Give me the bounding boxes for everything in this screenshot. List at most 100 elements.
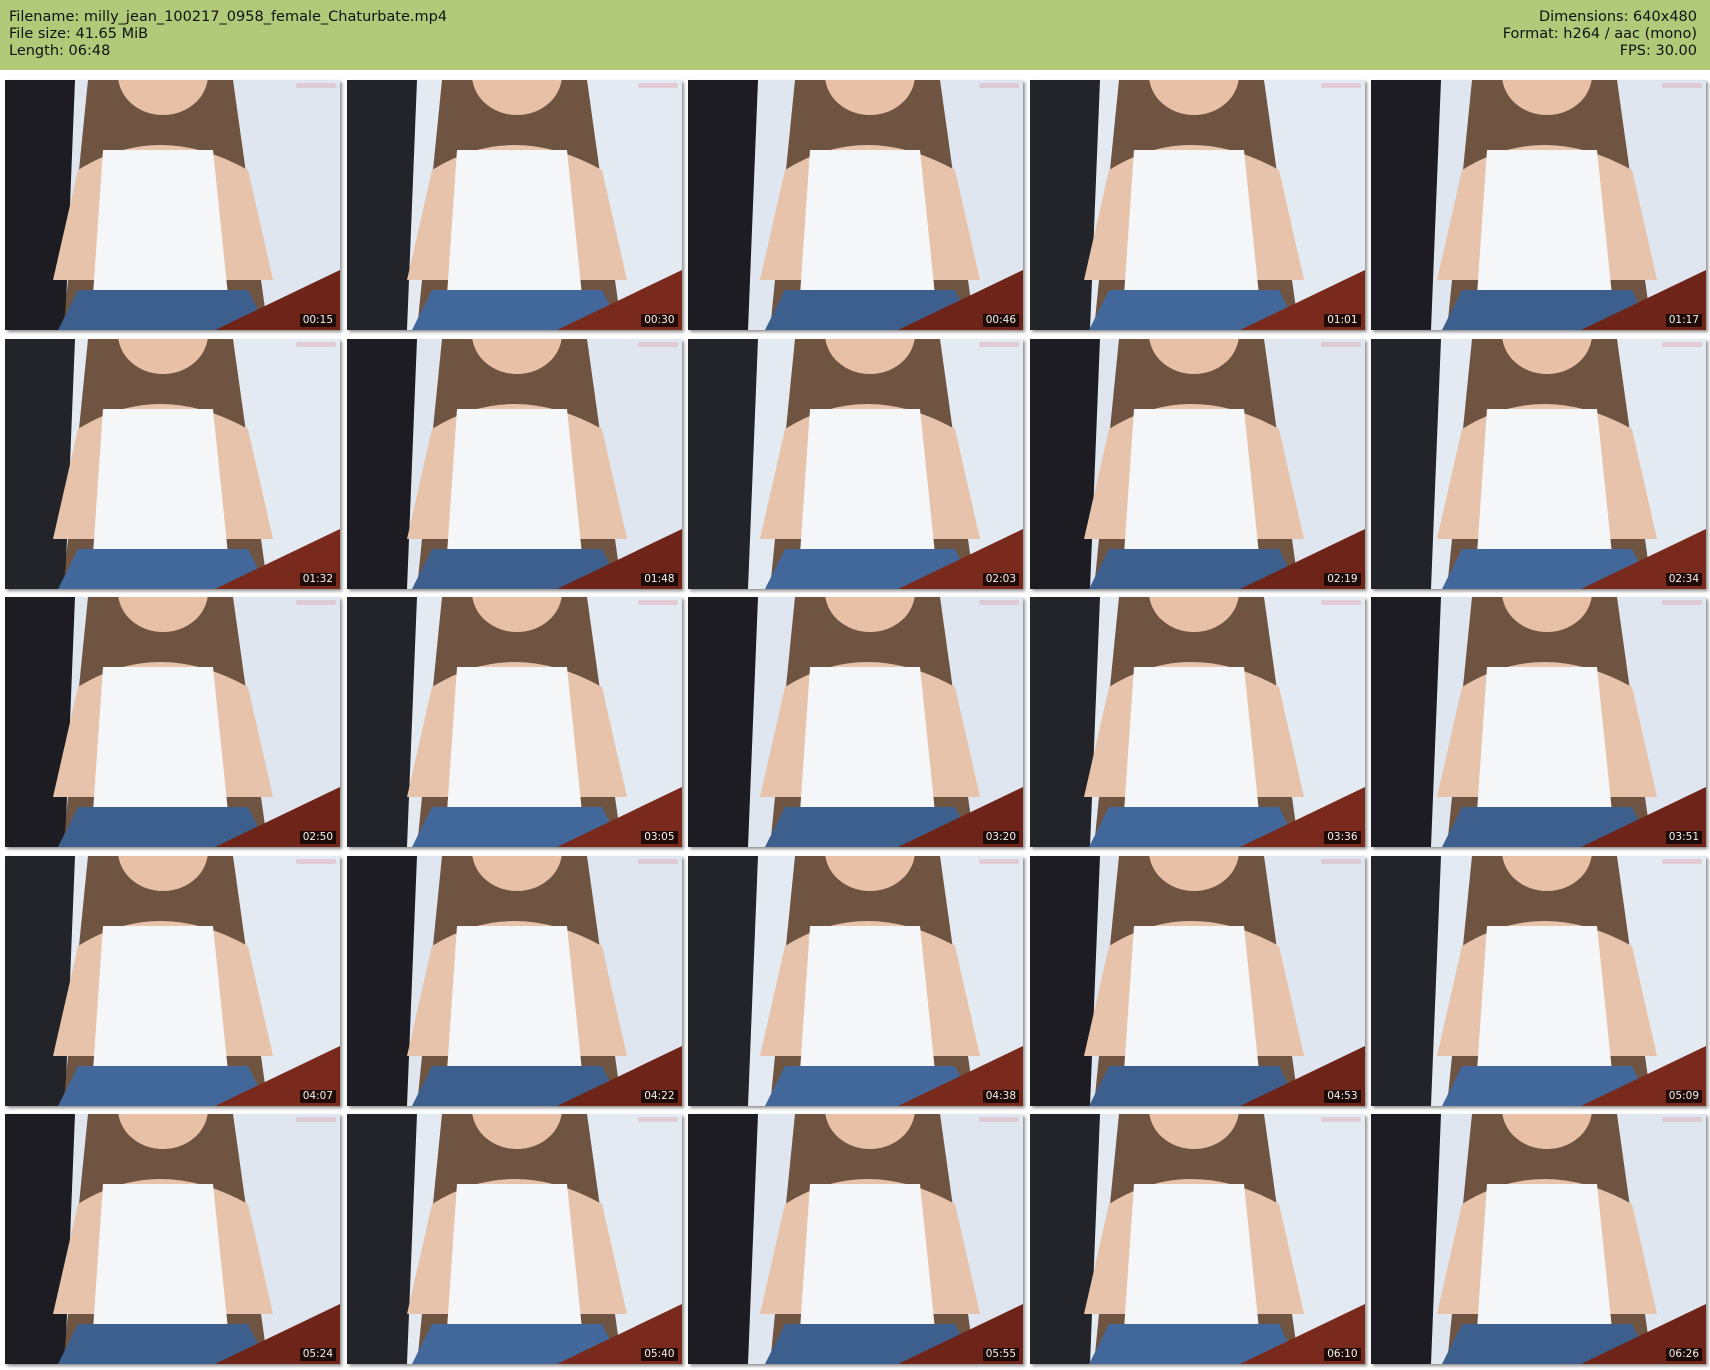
timestamp-label: 01:32 <box>299 572 336 586</box>
frame-image <box>346 80 682 330</box>
watermark <box>637 83 678 88</box>
frame-image <box>5 597 340 847</box>
frame-image <box>5 338 340 589</box>
frame-image <box>1029 338 1365 589</box>
frame-image <box>346 597 682 847</box>
thumbnail: 02:03 <box>688 338 1023 589</box>
thumbnail: 03:51 <box>1371 597 1706 847</box>
timestamp-label: 02:50 <box>299 831 336 844</box>
timestamp-label: 05:24 <box>299 1348 336 1361</box>
thumbnail: 00:46 <box>688 80 1023 330</box>
timestamp-label: 04:22 <box>641 1089 678 1103</box>
frame-image <box>688 80 1023 330</box>
timestamp-label: 03:51 <box>1665 831 1702 844</box>
thumbnail: 05:55 <box>688 1114 1023 1364</box>
thumbnail: 00:15 <box>5 80 340 330</box>
length-text: Length: 06:48 <box>9 43 111 59</box>
frame-image <box>346 338 682 589</box>
timestamp-label: 06:26 <box>1665 1348 1702 1361</box>
thumbnail: 06:26 <box>1371 1114 1706 1364</box>
thumbnail: 05:09 <box>1371 855 1706 1106</box>
filename-text: Filename: milly_jean_100217_0958_female_… <box>9 9 448 25</box>
thumbnail: 02:50 <box>5 597 340 847</box>
thumbnail: 01:01 <box>1029 80 1365 330</box>
thumbnail: 06:10 <box>1029 1114 1365 1364</box>
timestamp-label: 03:05 <box>641 831 678 844</box>
fps-text: FPS: 30.00 <box>1619 43 1697 59</box>
watermark <box>1662 600 1702 605</box>
watermark <box>296 600 336 605</box>
thumbnail-grid: 00:15 00:30 00:46 01:01 01:17 01:32 01:48 02:03… <box>5 80 1706 1364</box>
timestamp-label: 02:34 <box>1665 572 1702 586</box>
timestamp-label: 02:19 <box>1324 572 1361 586</box>
frame-image <box>5 80 340 330</box>
watermark <box>637 858 678 864</box>
watermark <box>1662 1117 1702 1122</box>
watermark <box>979 858 1019 864</box>
timestamp-label: 03:20 <box>982 831 1019 844</box>
frame-image <box>1371 855 1706 1106</box>
watermark <box>979 1117 1019 1122</box>
thumbnail: 04:22 <box>346 855 682 1106</box>
frame-image <box>1029 1114 1365 1364</box>
timestamp-label: 04:38 <box>982 1089 1019 1103</box>
frame-image <box>1029 80 1365 330</box>
watermark <box>637 600 678 605</box>
frame-image <box>346 1114 682 1364</box>
thumbnail: 05:24 <box>5 1114 340 1364</box>
thumbnail: 05:40 <box>346 1114 682 1364</box>
timestamp-label: 04:53 <box>1324 1089 1361 1103</box>
frame-image <box>688 338 1023 589</box>
timestamp-label: 05:09 <box>1665 1089 1702 1103</box>
timestamp-label: 01:48 <box>641 572 678 586</box>
watermark <box>1320 341 1361 347</box>
timestamp-label: 03:36 <box>1324 831 1361 844</box>
timestamp-label: 05:40 <box>641 1348 678 1361</box>
frame-image <box>346 855 682 1106</box>
watermark <box>296 1117 336 1122</box>
frame-image <box>688 855 1023 1106</box>
thumbnail: 04:53 <box>1029 855 1365 1106</box>
timestamp-label: 01:01 <box>1324 314 1361 327</box>
thumbnail: 04:07 <box>5 855 340 1106</box>
frame-image <box>1029 855 1365 1106</box>
watermark <box>979 600 1019 605</box>
watermark <box>296 341 336 347</box>
watermark <box>637 1117 678 1122</box>
thumbnail: 01:48 <box>346 338 682 589</box>
frame-image <box>5 855 340 1106</box>
timestamp-label: 02:03 <box>982 572 1019 586</box>
frame-image <box>5 1114 340 1364</box>
thumbnail: 01:32 <box>5 338 340 589</box>
filesize-text: File size: 41.65 MiB <box>9 26 149 42</box>
thumbnail: 03:05 <box>346 597 682 847</box>
watermark <box>1662 83 1702 88</box>
file-info-left: Filename: milly_jean_100217_0958_female_… <box>9 9 447 60</box>
thumbnail: 02:19 <box>1029 338 1365 589</box>
frame-image <box>1371 80 1706 330</box>
timestamp-label: 04:07 <box>299 1089 336 1103</box>
watermark <box>1662 341 1702 347</box>
frame-image <box>1029 597 1365 847</box>
dimensions-text: Dimensions: 640x480 <box>1538 9 1697 25</box>
timestamp-label: 00:46 <box>982 314 1019 327</box>
thumbnail: 03:20 <box>688 597 1023 847</box>
info-header: Filename: milly_jean_100217_0958_female_… <box>0 0 1710 70</box>
thumbnail: 01:17 <box>1371 80 1706 330</box>
watermark <box>979 83 1019 88</box>
thumbnail: 02:34 <box>1371 338 1706 589</box>
frame-image <box>1371 1114 1706 1364</box>
timestamp-label: 00:15 <box>299 314 336 327</box>
watermark <box>296 83 336 88</box>
timestamp-label: 01:17 <box>1665 314 1702 327</box>
thumbnail: 00:30 <box>346 80 682 330</box>
watermark <box>1320 83 1361 88</box>
timestamp-label: 06:10 <box>1324 1348 1361 1361</box>
watermark <box>1320 600 1361 605</box>
watermark <box>637 341 678 347</box>
watermark <box>1320 1117 1361 1122</box>
format-text: Format: h264 / aac (mono) <box>1502 26 1697 42</box>
timestamp-label: 05:55 <box>982 1348 1019 1361</box>
thumbnail: 04:38 <box>688 855 1023 1106</box>
timestamp-label: 00:30 <box>641 314 678 327</box>
